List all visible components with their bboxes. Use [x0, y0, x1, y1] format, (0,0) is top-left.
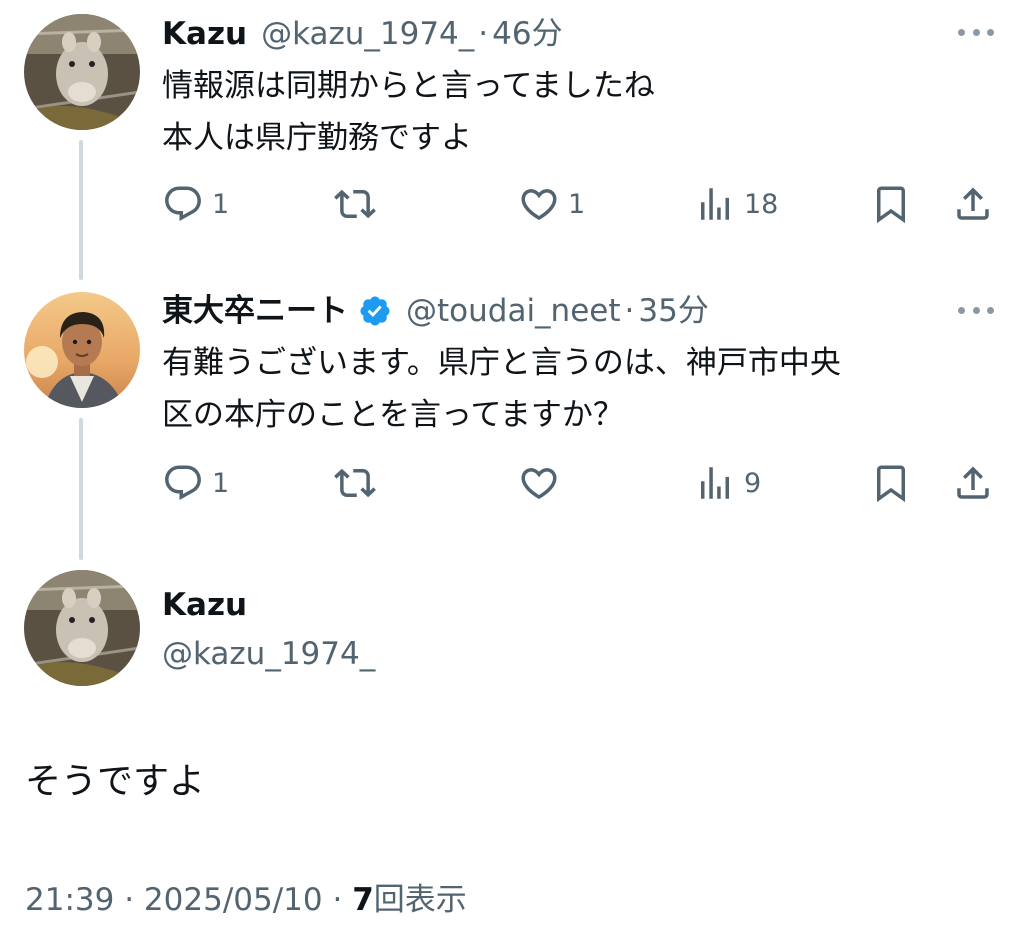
heart-icon — [521, 189, 557, 221]
separator-dot: · — [332, 882, 343, 918]
retweet-icon — [334, 468, 376, 498]
tweet-timestamp[interactable]: 21:39 — [25, 882, 114, 918]
display-name[interactable]: 東大卒ニート — [162, 291, 348, 331]
like-button[interactable]: 1 — [518, 182, 585, 226]
share-button[interactable] — [952, 182, 994, 226]
avatar-toudai-neet[interactable] — [24, 292, 140, 408]
tweet-text: 有難うございます。県庁と言うのは、神戸市中央 区の本庁のことを言ってますか？ — [162, 345, 841, 433]
avatar-kazu[interactable] — [24, 14, 140, 130]
tweet-meta: 21:39 · 2025/05/10 · 7回表示 — [25, 878, 467, 922]
heart-icon — [521, 468, 557, 500]
more-dots-icon[interactable] — [958, 304, 994, 316]
display-name[interactable]: Kazu — [162, 14, 247, 54]
like-button[interactable] — [518, 461, 568, 505]
thread-line-2 — [79, 418, 83, 560]
bookmark-button[interactable] — [870, 182, 912, 226]
tweet-header: 東大卒ニート @toudai_neet · 35分 — [162, 291, 709, 331]
separator-dot: · — [624, 293, 635, 329]
main-user-handle[interactable]: @kazu_1974_ — [162, 634, 375, 674]
user-handle[interactable]: @kazu_1974_ — [261, 14, 474, 54]
views-button[interactable]: 18 — [694, 182, 778, 226]
share-icon — [957, 187, 989, 220]
reply-count: 1 — [212, 188, 230, 220]
retweet-button[interactable] — [334, 182, 384, 226]
avatar-kazu-main[interactable] — [24, 570, 140, 686]
view-count-label: 回表示 — [373, 882, 467, 918]
separator-dot: · — [478, 16, 489, 52]
share-icon — [957, 466, 989, 499]
view-count: 9 — [744, 467, 762, 499]
main-tweet-text: そうですよ — [25, 761, 206, 802]
views-button[interactable]: 9 — [694, 461, 761, 505]
bookmark-icon — [877, 465, 905, 503]
thread-line-1 — [79, 140, 83, 280]
more-dots-icon[interactable] — [958, 26, 994, 38]
reply-count: 1 — [212, 467, 230, 499]
reply-icon — [165, 186, 201, 221]
views-bar-chart-icon — [701, 188, 729, 220]
verified-badge-icon — [358, 294, 392, 328]
tweet-date[interactable]: 2025/05/10 — [144, 882, 323, 918]
reply-icon — [165, 465, 201, 500]
share-button[interactable] — [952, 461, 994, 505]
reply-button[interactable]: 1 — [162, 182, 229, 226]
tweet-actions: 1 9 — [162, 461, 994, 505]
tweet-time[interactable]: 35分 — [638, 291, 708, 331]
views-bar-chart-icon — [701, 467, 729, 499]
view-count-number: 7 — [352, 882, 374, 918]
tweet-header: Kazu @kazu_1974_ · 46分 — [162, 14, 563, 54]
retweet-icon — [334, 189, 376, 219]
tweet-time[interactable]: 46分 — [492, 14, 562, 54]
reply-button[interactable]: 1 — [162, 461, 229, 505]
user-handle[interactable]: @toudai_neet — [406, 291, 621, 331]
retweet-button[interactable] — [334, 461, 384, 505]
bookmark-icon — [877, 186, 905, 224]
like-count: 1 — [568, 188, 586, 220]
view-count: 18 — [744, 188, 779, 220]
tweet-actions: 1 1 18 — [162, 182, 994, 226]
separator-dot: · — [124, 882, 135, 918]
bookmark-button[interactable] — [870, 461, 912, 505]
main-display-name[interactable]: Kazu — [162, 585, 247, 625]
tweet-text: 情報源は同期からと言ってましたね 本人は県庁勤務ですよ — [162, 68, 655, 156]
